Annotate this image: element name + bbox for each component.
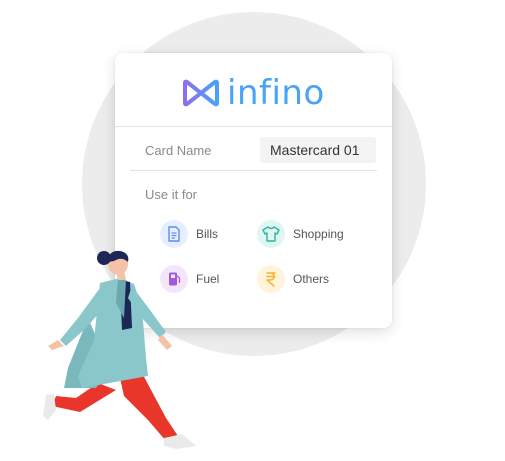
divider	[115, 126, 392, 127]
shirt-icon	[257, 220, 285, 248]
walking-woman-illustration	[43, 250, 196, 449]
option-shopping[interactable]: Shopping	[257, 220, 344, 248]
option-label: Bills	[196, 227, 219, 241]
infino-logo: infino	[181, 73, 325, 113]
card-name-label: Card Name	[145, 143, 212, 158]
document-icon	[160, 220, 188, 248]
option-others[interactable]: Others	[257, 265, 329, 293]
infino-logo-icon	[183, 79, 219, 107]
option-label: Shopping	[293, 227, 344, 241]
divider	[130, 170, 377, 171]
brand-name: infino	[227, 73, 325, 113]
rupee-icon	[257, 265, 285, 293]
option-bills[interactable]: Bills	[160, 220, 218, 248]
option-label: Others	[293, 272, 330, 286]
use-it-for-label: Use it for	[145, 187, 198, 202]
card-name-field[interactable]: Mastercard 01	[260, 137, 376, 163]
